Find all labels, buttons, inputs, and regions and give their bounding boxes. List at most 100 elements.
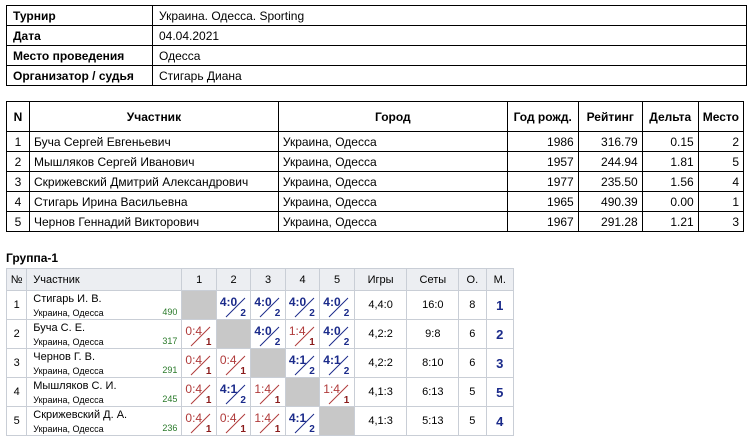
participants-table: N Участник Город Год рожд. Рейтинг Дельт…: [6, 101, 745, 232]
group-row: 2 Буча С. Е. Украина, Одесса 317 0:4 1 4:0 2 1:4…: [5, 319, 515, 349]
participant-row: 4 Стигарь Ирина Васильевна Украина, Одесса…: [6, 191, 745, 212]
match-result-cell: 1:4 1: [284, 319, 321, 349]
diagonal-cell: [215, 319, 252, 349]
diagonal-cell: [250, 348, 286, 378]
match-score-points: 1: [205, 366, 212, 377]
date-value: 04.04.2021: [152, 25, 747, 46]
match-score: 4:1 2: [287, 409, 318, 435]
match-score-sets: 0:4: [185, 411, 203, 425]
match-score: 4:0 2: [321, 293, 352, 319]
participant-city: Украина, Одесса: [277, 151, 508, 172]
match-score-points: 1: [240, 424, 246, 435]
group-player-rating: 490: [162, 307, 178, 317]
participant-delta: 1.81: [641, 151, 699, 172]
col-header-n: N: [6, 101, 30, 132]
group-col-games: Игры: [353, 268, 408, 291]
col-header-place: Место: [697, 101, 745, 132]
match-score: 1:4 1: [321, 380, 352, 406]
group-player-city: Украина, Одесса: [33, 424, 104, 434]
match-result-cell: 4:1 2: [284, 406, 321, 436]
match-score-sets: 4:0: [219, 295, 238, 309]
match-score-points: 1: [240, 366, 246, 377]
group-col-points: О.: [458, 268, 487, 291]
group-player-name: Мышляков С. И.: [33, 380, 117, 392]
match-score-points: 2: [274, 337, 281, 348]
group-player-name: Буча С. Е.: [33, 322, 86, 334]
participant-year: 1986: [506, 131, 579, 152]
match-score-sets: 4:0: [254, 295, 272, 309]
match-result-cell: 0:4 1: [181, 319, 217, 349]
group-col-2: 2: [215, 268, 252, 291]
group-points: 5: [458, 377, 487, 407]
group-sets: 8:10: [406, 348, 460, 378]
group-place: 1: [485, 290, 515, 320]
match-score-points: 2: [240, 308, 246, 319]
match-score-points: 2: [309, 424, 315, 435]
match-score-sets: 4:0: [323, 295, 341, 309]
match-result-cell: 4:0 2: [250, 319, 286, 349]
match-score: 4:0 2: [321, 322, 352, 348]
group-row: 4 Мышляков С. И. Украина, Одесса 245 0:4 1 4:1…: [5, 377, 515, 407]
participant-delta: 1.56: [641, 171, 699, 192]
participant-name: Мышляков Сергей Иванович: [28, 151, 279, 172]
participants-header-row: N Участник Город Год рожд. Рейтинг Дельт…: [6, 101, 745, 132]
participant-place: 4: [697, 171, 745, 192]
group-games: 4,4:0: [353, 290, 408, 320]
diagonal-cell: [284, 377, 321, 407]
match-score: 0:4 1: [183, 380, 214, 406]
info-row-organizer: Организатор / судья Стигарь Диана: [6, 65, 747, 86]
match-score: 4:0 2: [287, 293, 318, 319]
group-games: 4,2:2: [353, 319, 408, 349]
group-player: Стигарь И. В. Украина, Одесса 490: [26, 290, 183, 320]
group-row-number: 5: [5, 406, 28, 436]
participant-number: 2: [6, 151, 30, 172]
group-col-4: 4: [284, 268, 321, 291]
match-result-cell: 4:0 2: [319, 290, 355, 320]
group-games: 4,1:3: [353, 377, 408, 407]
participant-year: 1967: [506, 211, 579, 232]
participant-row: 2 Мышляков Сергей Иванович Украина, Одесса…: [6, 151, 745, 172]
group-player: Мышляков С. И. Украина, Одесса 245: [26, 377, 183, 407]
group-games: 4,1:3: [353, 406, 408, 436]
match-score-sets: 1:4: [323, 382, 340, 396]
group-row-number: 1: [5, 290, 28, 320]
group-row: 3 Чернов Г. В. Украина, Одесса 291 0:4 1 0:4 1 4…: [5, 348, 515, 378]
match-score-sets: 4:1: [323, 353, 341, 367]
col-header-rating: Рейтинг: [577, 101, 643, 132]
match-result-cell: 0:4 1: [181, 377, 217, 407]
match-result-cell: 1:4 1: [250, 377, 286, 407]
participant-city: Украина, Одесса: [277, 171, 508, 192]
tournament-info-table: Турнир Украина. Одесса. Sporting Дата 04…: [6, 5, 747, 86]
match-result-cell: 0:4 1: [215, 406, 252, 436]
participant-rating: 244.94: [577, 151, 643, 172]
group-player-name: Чернов Г. В.: [33, 351, 96, 363]
info-row-tournament: Турнир Украина. Одесса. Sporting: [6, 5, 747, 26]
match-score: 0:4 1: [218, 351, 249, 377]
participant-delta: 0.15: [641, 131, 699, 152]
match-result-cell: 4:0 2: [250, 290, 286, 320]
participant-number: 3: [6, 171, 30, 192]
group-col-1: 1: [181, 268, 217, 291]
col-header-year: Год рожд.: [506, 101, 579, 132]
group-points: 5: [458, 406, 487, 436]
match-result-cell: 4:1 2: [215, 377, 252, 407]
organizer-label: Организатор / судья: [6, 65, 153, 86]
match-score-sets: 1:4: [254, 411, 272, 425]
match-result-cell: 1:4 1: [319, 377, 355, 407]
group-player-rating: 317: [162, 336, 178, 346]
group-player: Скрижевский Д. А. Украина, Одесса 236: [26, 406, 183, 436]
participant-name: Чернов Геннадий Викторович: [28, 211, 279, 232]
group-player: Буча С. Е. Украина, Одесса 317: [26, 319, 183, 349]
participants-body: 1 Буча Сергей Евгеньевич Украина, Одесса 19…: [6, 131, 745, 232]
participant-rating: 490.39: [577, 191, 643, 212]
diagonal-cell: [181, 290, 217, 320]
match-score-sets: 4:1: [219, 382, 238, 396]
group-points: 6: [458, 348, 487, 378]
match-score-points: 2: [240, 395, 246, 406]
match-score-points: 1: [205, 424, 212, 435]
match-score-points: 1: [309, 337, 315, 348]
group-games: 4,2:2: [353, 348, 408, 378]
match-score: 1:4 1: [287, 322, 318, 348]
match-result-cell: 4:0 2: [215, 290, 252, 320]
match-score-points: 2: [343, 337, 350, 348]
